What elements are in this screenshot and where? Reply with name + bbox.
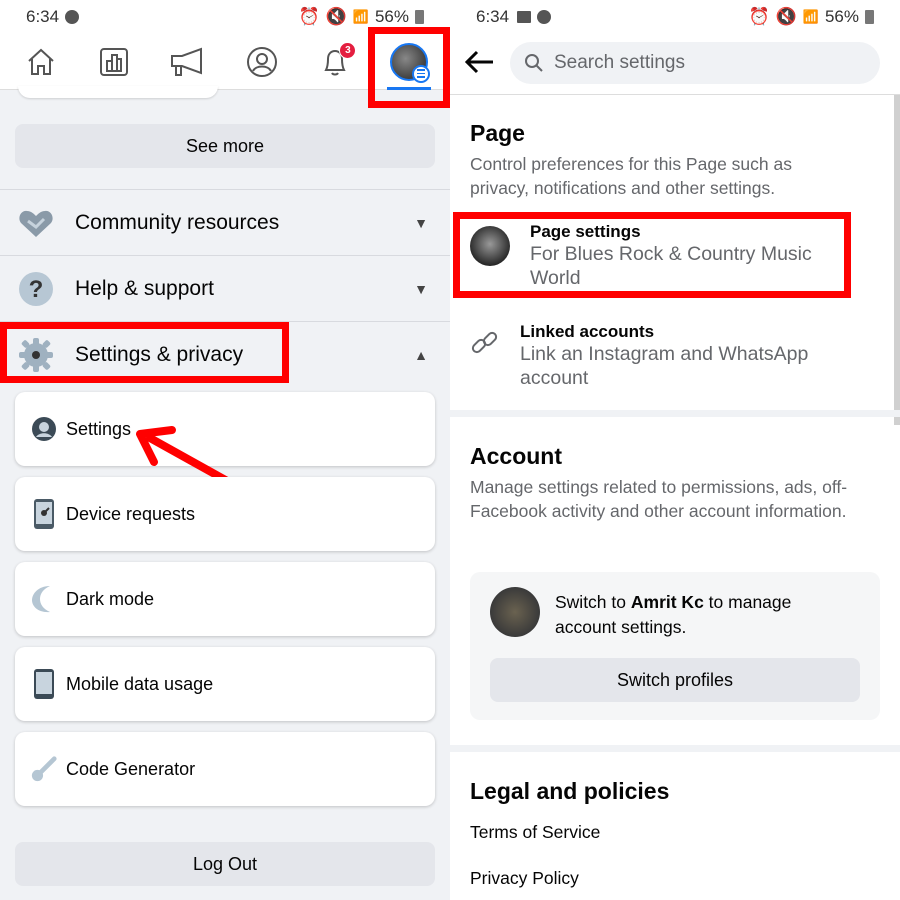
accordion-settings-privacy[interactable]: Settings & privacy ▲: [0, 322, 450, 388]
svg-text:?: ?: [29, 276, 44, 303]
switch-profiles-button[interactable]: Switch profiles: [490, 658, 860, 702]
section-title-account: Account: [470, 443, 562, 469]
mute-icon: 🔇: [325, 7, 347, 26]
tab-insights[interactable]: [84, 34, 144, 90]
switch-profile-card: Switch to Amrit Kc to manage account set…: [470, 572, 880, 720]
device-icon: [30, 499, 58, 529]
back-button[interactable]: [464, 50, 495, 79]
chevron-up-icon: ▲: [414, 347, 428, 363]
switch-message: Switch to Amrit Kc to manage account set…: [555, 590, 855, 640]
menu-item-dark-mode[interactable]: Dark mode: [15, 562, 435, 636]
tab-notifications[interactable]: 3: [305, 34, 365, 90]
battery-level: 56%: [374, 7, 409, 26]
search-placeholder: Search settings: [554, 52, 685, 73]
log-out-button[interactable]: Log Out: [15, 842, 435, 886]
alarm-icon: ⏰: [748, 7, 770, 26]
search-icon: [525, 54, 543, 72]
privacy-policy-link[interactable]: Privacy Policy: [470, 868, 579, 889]
notification-badge: 3: [339, 41, 357, 59]
home-icon: [28, 48, 54, 75]
page-avatar: [470, 226, 510, 266]
battery-level: 56%: [824, 7, 859, 26]
status-time: 6:34: [476, 7, 510, 26]
menu-item-label: Device requests: [66, 503, 196, 524]
top-nav: 3: [0, 34, 450, 90]
status-time: 6:34: [26, 7, 60, 26]
notification-status-icon: [65, 10, 80, 24]
tab-menu[interactable]: [379, 34, 439, 90]
accordion-help-support[interactable]: ? Help & support ▼: [0, 256, 450, 322]
tab-ads[interactable]: [158, 34, 218, 90]
section-description: Manage settings related to permissions, …: [470, 477, 848, 521]
chevron-down-icon: ▼: [414, 281, 428, 297]
menu-item-mobile-data-usage[interactable]: Mobile data usage: [15, 647, 435, 721]
section-title-page: Page: [470, 120, 525, 146]
section-divider: [450, 745, 900, 752]
linked-accounts-item[interactable]: Linked accounts Link an Instagram and Wh…: [470, 322, 850, 390]
item-subtitle: Link an Instagram and WhatsApp account: [520, 343, 809, 389]
chevron-down-icon: ▼: [414, 215, 428, 231]
menu-item-label: Settings: [66, 418, 132, 439]
key-icon: [30, 755, 58, 783]
previous-card-edge: [18, 86, 218, 98]
section-divider: [450, 410, 900, 417]
accordion-label: Settings & privacy: [75, 343, 244, 366]
profile-icon: [246, 46, 277, 77]
section-title-legal: Legal and policies: [470, 778, 670, 804]
question-icon: ?: [18, 271, 54, 307]
accordion-label: Help & support: [75, 277, 214, 300]
page-settings-item[interactable]: Page settings For Blues Rock & Country M…: [470, 222, 840, 290]
link-icon: [471, 331, 498, 354]
user-avatar: [490, 587, 540, 637]
see-more-button[interactable]: See more: [15, 124, 435, 168]
wifi-icon: 📶: [802, 9, 819, 24]
item-subtitle: For Blues Rock & Country Music World: [530, 243, 812, 289]
page-avatar: [390, 42, 431, 83]
status-bar: 6:34 ⏰ 🔇 📶 56%: [0, 0, 450, 34]
search-settings-input[interactable]: Search settings: [510, 42, 880, 84]
tab-profile[interactable]: [232, 34, 292, 90]
switch-user-name: Amrit Kc: [630, 592, 704, 612]
left-screen: 6:34 ⏰ 🔇 📶 56% 3 See more Community reso…: [0, 0, 450, 900]
mute-icon: 🔇: [775, 7, 797, 26]
alarm-icon: ⏰: [298, 7, 320, 26]
battery-icon: [415, 10, 424, 24]
wifi-icon: 📶: [352, 9, 369, 24]
moon-icon: [30, 585, 58, 613]
item-title: Linked accounts: [520, 322, 655, 341]
menu-icon: [412, 64, 431, 83]
status-bar: 6:34 ⏰ 🔇 📶 56%: [450, 0, 900, 34]
tab-home[interactable]: [11, 34, 71, 90]
handshake-icon: [18, 205, 54, 241]
megaphone-icon: [171, 47, 203, 76]
user-circle-icon: [30, 415, 58, 443]
terms-of-service-link[interactable]: Terms of Service: [470, 822, 600, 843]
menu-item-label: Code Generator: [66, 758, 196, 779]
arrow-left-icon: [464, 50, 493, 74]
gear-icon: [18, 337, 54, 373]
menu-item-label: Dark mode: [66, 588, 155, 609]
accordion-community-resources[interactable]: Community resources ▼: [0, 190, 450, 256]
menu-item-code-generator[interactable]: Code Generator: [15, 732, 435, 806]
right-screen: 6:34 ⏰ 🔇 📶 56% Search settings Page Cont…: [450, 0, 900, 900]
notification-status-icon: [537, 10, 552, 24]
image-status-icon: [517, 11, 532, 23]
scrollbar[interactable]: [894, 95, 900, 425]
battery-icon: [865, 10, 874, 24]
item-title: Page settings: [530, 222, 641, 241]
section-description: Control preferences for this Page such a…: [470, 154, 792, 198]
switch-prefix: Switch to: [555, 592, 631, 612]
divider: [450, 94, 900, 95]
menu-item-label: Mobile data usage: [66, 673, 214, 694]
menu-item-device-requests[interactable]: Device requests: [15, 477, 435, 551]
accordion-label: Community resources: [75, 211, 280, 234]
insights-icon: [100, 47, 129, 76]
phone-icon: [30, 669, 58, 699]
